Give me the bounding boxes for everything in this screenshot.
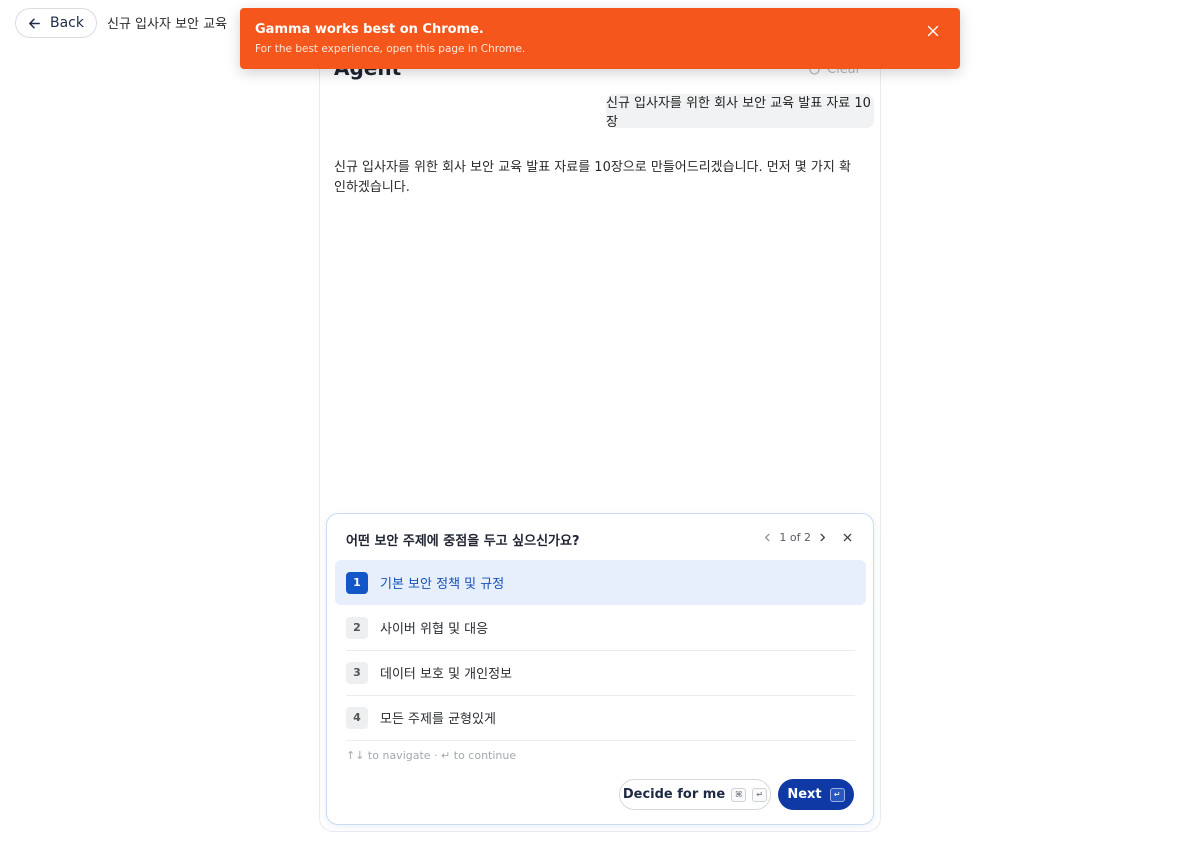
option-number: 1 [346, 571, 368, 594]
pager-text: 1 of 2 [779, 531, 811, 544]
keyboard-hint: ↑↓ to navigate · ↵ to continue [346, 749, 517, 762]
toast-title: Gamma works best on Chrome. [255, 22, 484, 37]
option-label: 사이버 위협 및 대응 [380, 622, 489, 637]
user-message-text: 신규 입사자를 위한 회사 보안 교육 발표 자료 10장 [606, 96, 871, 130]
enter-key-icon: ↵ [752, 787, 768, 802]
back-button[interactable]: Back [15, 8, 97, 38]
option-number: 4 [346, 706, 368, 729]
document-title: 신규 입사자 보안 교육 [107, 17, 228, 32]
next-label: Next [787, 787, 822, 802]
option-divider [346, 740, 855, 741]
close-icon[interactable] [926, 24, 940, 38]
decide-for-me-button[interactable]: Decide for me ⌘ ↵ [619, 779, 771, 810]
option-2[interactable]: 2 사이버 위협 및 대응 [335, 605, 866, 650]
prev-question-button[interactable] [762, 532, 773, 543]
decide-label: Decide for me [622, 787, 726, 802]
question-card: 어떤 보안 주제에 중점을 두고 싶으신가요? 1 of 2 1 기본 보안 정… [326, 513, 874, 825]
next-question-button[interactable] [817, 532, 828, 543]
option-label: 기본 보안 정책 및 규정 [380, 577, 505, 592]
enter-key-icon: ↵ [829, 787, 845, 802]
option-number: 3 [346, 661, 368, 684]
option-1[interactable]: 1 기본 보안 정책 및 규정 [335, 560, 866, 605]
back-label: Back [50, 15, 84, 31]
arrow-left-icon [29, 18, 40, 28]
close-icon [843, 533, 852, 542]
user-message-bubble: 신규 입사자를 위한 회사 보안 교육 발표 자료 10장 [606, 94, 874, 130]
question-title: 어떤 보안 주제에 중점을 두고 싶으신가요? [346, 534, 580, 549]
option-4[interactable]: 4 모든 주제를 균형있게 [335, 695, 866, 740]
question-pager: 1 of 2 [762, 531, 853, 544]
option-number: 2 [346, 616, 368, 639]
agent-message: 신규 입사자를 위한 회사 보안 교육 발표 자료를 10장으로 만들어드리겠습… [334, 160, 851, 195]
toast-body: For the best experience, open this page … [255, 43, 526, 55]
browser-warning-toast: Gamma works best on Chrome. For the best… [240, 8, 960, 69]
chevron-right-icon [820, 533, 825, 542]
close-question-button[interactable] [842, 532, 853, 543]
option-label: 데이터 보호 및 개인정보 [380, 667, 512, 682]
command-key-icon: ⌘ [731, 787, 747, 802]
next-button[interactable]: Next ↵ [778, 779, 854, 810]
option-3[interactable]: 3 데이터 보호 및 개인정보 [335, 650, 866, 695]
option-label: 모든 주제를 균형있게 [380, 712, 496, 727]
chevron-left-icon [765, 533, 770, 542]
